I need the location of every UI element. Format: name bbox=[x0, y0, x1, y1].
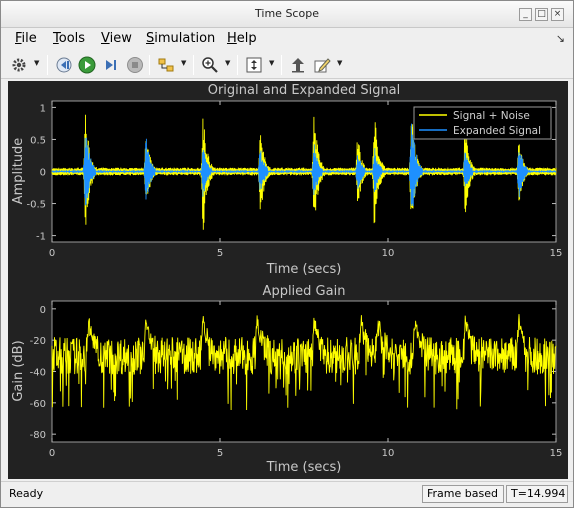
y-tick-label: -0.5 bbox=[26, 200, 46, 211]
y-tick-label: 0 bbox=[40, 168, 46, 179]
window-title: Time Scope bbox=[255, 7, 319, 20]
amplitude-plot[interactable]: Original and Expanded Signal Time (secs)… bbox=[11, 83, 562, 277]
amplitude-y-label: Amplitude bbox=[11, 138, 26, 205]
toolbar-separator bbox=[149, 55, 150, 75]
restore-view-icon[interactable] bbox=[288, 55, 308, 75]
highlight-dropdown-icon[interactable]: ▼ bbox=[181, 59, 186, 67]
status-time: T=14.994 bbox=[506, 485, 568, 503]
close-button[interactable]: × bbox=[551, 8, 564, 21]
menu-file[interactable]: File bbox=[15, 31, 37, 46]
x-tick-label: 10 bbox=[382, 448, 395, 459]
x-tick-label: 0 bbox=[49, 248, 55, 259]
legend-label-signal-noise: Signal + Noise bbox=[453, 110, 530, 122]
zoom-in-icon[interactable] bbox=[200, 55, 220, 75]
scale-dropdown-icon[interactable]: ▼ bbox=[269, 59, 274, 67]
x-tick-label: 10 bbox=[382, 248, 395, 259]
y-tick-label: 1 bbox=[40, 103, 46, 114]
x-tick-label: 5 bbox=[217, 248, 223, 259]
step-back-icon[interactable] bbox=[54, 55, 74, 75]
step-forward-icon[interactable] bbox=[101, 55, 121, 75]
gain-plot-title: Applied Gain bbox=[263, 284, 346, 299]
y-tick-label: -80 bbox=[30, 430, 46, 441]
menu-simulation[interactable]: Simulation bbox=[146, 31, 215, 46]
edit-dropdown-icon[interactable]: ▼ bbox=[337, 59, 342, 67]
x-tick-label: 5 bbox=[217, 448, 223, 459]
toolbar: ▼ ▼ ▼ ▼ ▼ bbox=[1, 51, 573, 79]
status-ready: Ready bbox=[9, 487, 44, 500]
y-tick-label: -40 bbox=[30, 368, 46, 379]
gain-y-label: Gain (dB) bbox=[11, 340, 26, 401]
settings-icon[interactable] bbox=[9, 55, 29, 75]
y-tick-label: -20 bbox=[30, 336, 46, 347]
menu-view[interactable]: View bbox=[101, 31, 132, 46]
x-tick-label: 15 bbox=[550, 448, 563, 459]
run-icon[interactable] bbox=[77, 55, 97, 75]
status-mode: Frame based bbox=[422, 485, 504, 503]
zoom-dropdown-icon[interactable]: ▼ bbox=[225, 59, 230, 67]
y-tick-label: 0.5 bbox=[30, 135, 46, 146]
gain-plot[interactable]: Applied Gain Time (secs) Gain (dB) 0 5 10 1… bbox=[11, 284, 562, 475]
dock-icon[interactable]: ↘ bbox=[556, 32, 565, 45]
settings-dropdown-icon[interactable]: ▼ bbox=[34, 59, 39, 67]
x-tick-label: 15 bbox=[550, 248, 563, 259]
toolbar-separator bbox=[237, 55, 238, 75]
edit-icon[interactable] bbox=[312, 55, 332, 75]
scope-plots: Original and Expanded Signal Time (secs)… bbox=[11, 83, 562, 475]
stop-icon[interactable] bbox=[125, 55, 145, 75]
toolbar-separator bbox=[47, 55, 48, 75]
minimize-button[interactable]: _ bbox=[519, 8, 532, 21]
scope-display: Original and Expanded Signal Time (secs)… bbox=[8, 81, 568, 479]
title-bar[interactable]: Time Scope _ □ × bbox=[1, 1, 573, 28]
x-tick-label: 0 bbox=[49, 448, 55, 459]
gain-x-label: Time (secs) bbox=[266, 460, 342, 475]
y-tick-label: -60 bbox=[30, 399, 46, 410]
legend[interactable]: Signal + Noise Expanded Signal bbox=[413, 106, 552, 140]
y-tick-label: 0 bbox=[40, 305, 46, 316]
status-bar: Ready Frame based T=14.994 bbox=[1, 481, 573, 507]
amplitude-plot-title: Original and Expanded Signal bbox=[208, 83, 401, 98]
maximize-button[interactable]: □ bbox=[535, 8, 548, 21]
toolbar-separator bbox=[193, 55, 194, 75]
toolbar-separator bbox=[281, 55, 282, 75]
time-scope-window: Time Scope _ □ × File Tools View Simulat… bbox=[0, 0, 574, 508]
y-tick-label: -1 bbox=[36, 232, 46, 243]
menu-tools[interactable]: Tools bbox=[53, 31, 85, 46]
menu-bar: File Tools View Simulation Help ↘ bbox=[1, 28, 573, 50]
legend-label-expanded: Expanded Signal bbox=[453, 125, 541, 137]
scale-axes-icon[interactable] bbox=[244, 55, 264, 75]
amplitude-x-label: Time (secs) bbox=[266, 262, 342, 277]
menu-help[interactable]: Help bbox=[227, 31, 257, 46]
simulink-highlight-icon[interactable] bbox=[156, 55, 176, 75]
